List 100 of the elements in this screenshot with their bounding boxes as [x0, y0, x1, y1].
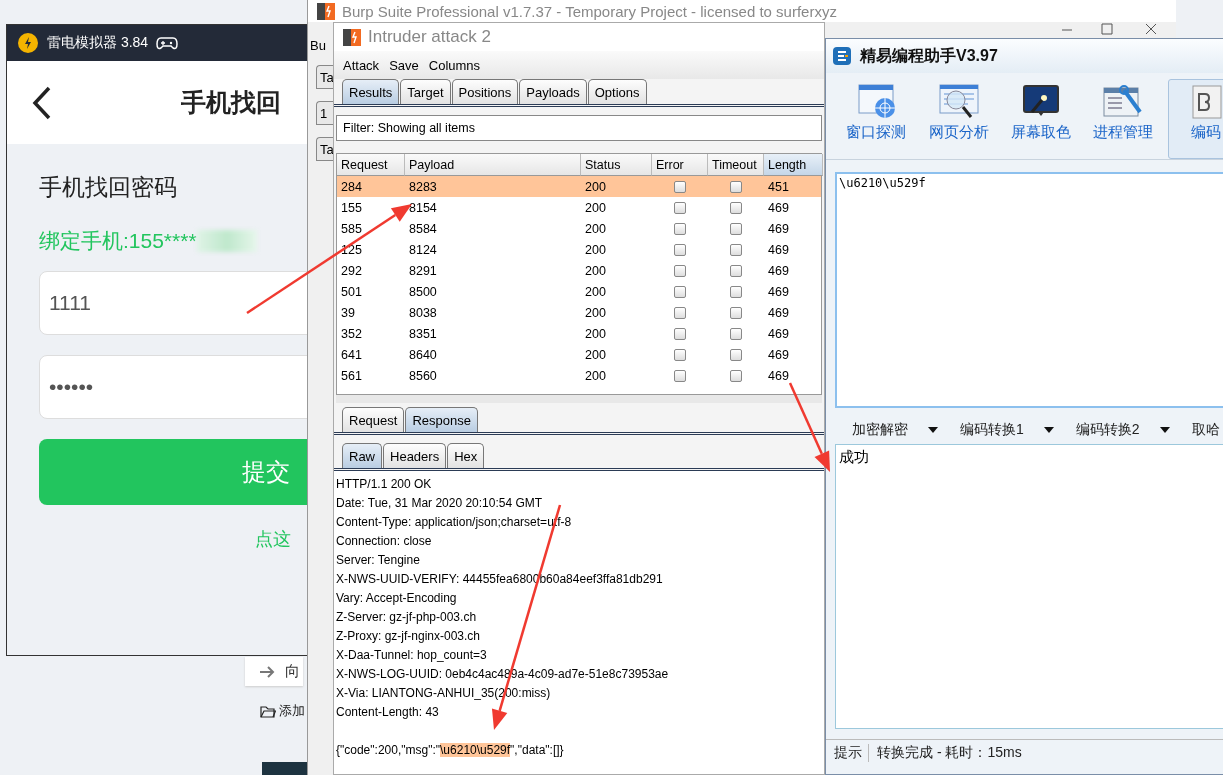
table-row[interactable]: 501 8500 200 469: [337, 281, 821, 302]
column-header[interactable]: Status: [581, 154, 652, 176]
checkbox[interactable]: [674, 285, 686, 298]
table-cell-text: 200: [584, 199, 607, 217]
response-line: Server: Tengine: [336, 552, 421, 569]
table-cell-text: 284: [340, 178, 363, 196]
table-row[interactable]: 125 8124 200 469: [337, 239, 821, 260]
table-cell-text: 641: [340, 346, 363, 364]
output-field[interactable]: 成功: [835, 444, 1223, 729]
table-cell-text: 469: [767, 325, 790, 343]
checkbox[interactable]: [674, 180, 686, 193]
logo-icon: [342, 27, 362, 47]
table-row[interactable]: 155 8154 200 469: [337, 197, 821, 218]
table-cell-text: 8351: [408, 325, 438, 343]
response-line: Connection: close: [336, 533, 433, 550]
table-cell-text: 200: [584, 367, 607, 385]
menu-button[interactable]: 加密解密: [852, 420, 938, 440]
checkbox[interactable]: [730, 243, 742, 256]
checkbox[interactable]: [730, 285, 742, 298]
page-title: 手机找回: [181, 87, 281, 118]
table-cell-text: 125: [340, 241, 363, 259]
tab[interactable]: Ta: [316, 65, 334, 89]
column-header[interactable]: Payload: [405, 154, 581, 176]
menu-button[interactable]: 取哈: [1191, 420, 1220, 440]
checkbox[interactable]: [674, 264, 686, 277]
checkbox[interactable]: [674, 306, 686, 319]
code-field[interactable]: 1111: [39, 271, 307, 335]
tab[interactable]: Ta: [316, 137, 334, 161]
checkbox[interactable]: [730, 327, 742, 340]
tool-button[interactable]: 编码: [1167, 79, 1223, 159]
table-cell-text: 8291: [408, 262, 438, 280]
table-row[interactable]: 561 8560 200 469: [337, 365, 821, 386]
table-row[interactable]: 352 8351 200 469: [337, 323, 821, 344]
tab[interactable]: Positions: [451, 79, 519, 104]
checkbox[interactable]: [674, 243, 686, 256]
table-cell-text: 585: [340, 220, 363, 238]
menu-item[interactable]: Bu: [308, 32, 334, 59]
menu-item[interactable]: Save: [389, 57, 419, 73]
tool-button[interactable]: 进程管理: [1085, 79, 1162, 159]
menu-button[interactable]: 编码转换2: [1075, 420, 1170, 440]
tool-button[interactable]: 屏幕取色: [1002, 79, 1080, 159]
tab[interactable]: Request: [342, 407, 405, 432]
table-cell-text: 39: [340, 304, 356, 322]
table-row[interactable]: 292 8291 200 469: [337, 260, 821, 281]
tool-button[interactable]: 窗口探测: [838, 79, 915, 159]
window-title: 精易编程助手V3.97: [860, 45, 998, 66]
table-cell-text: 200: [584, 304, 607, 322]
column-header[interactable]: Error: [652, 154, 708, 176]
back-icon[interactable]: [31, 85, 53, 120]
tab[interactable]: Payloads: [519, 79, 587, 104]
window-globe-icon: [855, 82, 898, 120]
tab[interactable]: Results: [342, 79, 400, 104]
menu-button[interactable]: 编码转换1: [960, 420, 1054, 440]
arrow-button[interactable]: 向: [245, 657, 303, 686]
password-field[interactable]: ••••••: [39, 355, 307, 419]
response-line: X-Daa-Tunnel: hop_count=3: [336, 647, 488, 664]
table-cell-text: 8124: [408, 241, 438, 259]
tab[interactable]: Options: [587, 79, 647, 104]
table-cell-text: 469: [767, 241, 790, 259]
table-cell-text: 469: [767, 199, 790, 217]
checkbox[interactable]: [730, 201, 742, 214]
tab[interactable]: Target: [400, 79, 451, 104]
link[interactable]: 添加: [279, 702, 305, 720]
response-line: Content-Length: 43: [336, 704, 440, 721]
checkbox[interactable]: [674, 327, 686, 340]
checkbox[interactable]: [674, 222, 686, 235]
checkbox[interactable]: [730, 369, 742, 382]
checkbox[interactable]: [730, 306, 742, 319]
table-row[interactable]: 39 8038 200 469: [337, 302, 821, 323]
tab[interactable]: Raw: [342, 443, 382, 468]
checkbox[interactable]: [730, 222, 742, 235]
table-cell-text: 8560: [408, 367, 438, 385]
tab[interactable]: Response: [405, 407, 478, 432]
magnifier-icon: [937, 82, 980, 120]
tool-button[interactable]: 网页分析: [920, 79, 997, 159]
checkbox[interactable]: [730, 180, 742, 193]
checkbox[interactable]: [674, 348, 686, 361]
menu-item[interactable]: Columns: [428, 57, 481, 73]
tab[interactable]: Headers: [383, 443, 447, 468]
checkbox[interactable]: [674, 201, 686, 214]
table-row[interactable]: 284 8283 200 451: [337, 176, 821, 197]
column-header[interactable]: Timeout: [708, 154, 764, 176]
table-cell-text: 8038: [408, 304, 438, 322]
table-row[interactable]: 641 8640 200 469: [337, 344, 821, 365]
checkbox[interactable]: [730, 348, 742, 361]
column-header[interactable]: Request: [337, 154, 405, 176]
filter-bar[interactable]: Filter: Showing all items: [336, 115, 822, 141]
input-field[interactable]: \u6210\u529f: [835, 172, 1223, 408]
table-cell-text: 200: [584, 283, 607, 301]
table-cell-text: 469: [767, 283, 790, 301]
checkbox[interactable]: [674, 369, 686, 382]
table-row[interactable]: 585 8584 200 469: [337, 218, 821, 239]
checkbox[interactable]: [730, 264, 742, 277]
dark-panel: [262, 762, 307, 775]
tab[interactable]: Hex: [447, 443, 485, 468]
column-header[interactable]: Length: [764, 154, 823, 176]
tab[interactable]: 1: [316, 101, 334, 125]
menu-item[interactable]: Attack: [343, 57, 380, 73]
table-cell-text: 200: [584, 325, 607, 343]
scrollbar[interactable]: [336, 395, 822, 403]
